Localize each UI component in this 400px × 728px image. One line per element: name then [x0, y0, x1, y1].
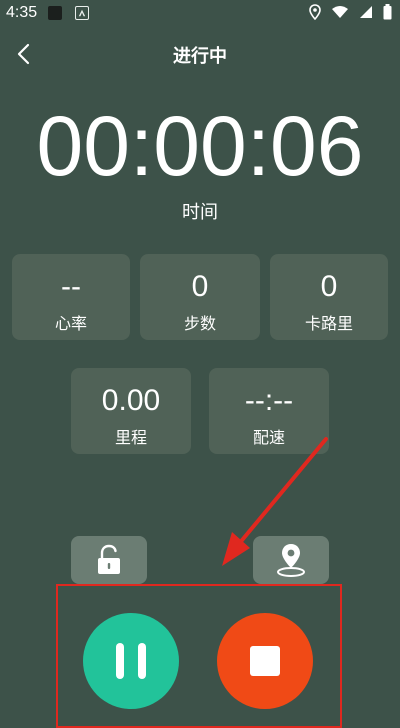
pause-button[interactable] [83, 613, 179, 709]
heart-rate-value: -- [61, 270, 81, 303]
timer-label: 时间 [182, 202, 218, 223]
location-button[interactable] [253, 536, 329, 584]
stop-icon [250, 646, 280, 676]
square-icon [48, 6, 62, 20]
status-time: 4:35 [6, 4, 38, 21]
status-bar: 4:35 [0, 0, 400, 28]
header: 进行中 [0, 34, 400, 74]
distance-value: 0.00 [101, 384, 161, 417]
steps-value: 0 [191, 270, 209, 303]
location-icon [309, 4, 321, 20]
battery-icon [383, 4, 392, 20]
timer-display: 00:00:06 [36, 99, 364, 193]
calories-card: 0 卡路里 [270, 254, 388, 340]
wifi-icon [332, 6, 348, 18]
status-right-icons [309, 4, 392, 20]
unlock-icon [98, 544, 120, 574]
pace-card: --:-- 配速 [209, 368, 329, 454]
steps-label: 步数 [183, 314, 216, 333]
distance-label: 里程 [114, 428, 147, 447]
pace-label: 配速 [252, 428, 285, 447]
stop-button[interactable] [217, 613, 313, 709]
calories-label: 卡路里 [304, 314, 353, 333]
lock-button[interactable] [71, 536, 147, 584]
pace-value: --:-- [244, 384, 294, 417]
calories-value: 0 [320, 270, 338, 303]
heart-rate-card: -- 心率 [12, 254, 130, 340]
location-pin-icon [277, 544, 305, 577]
heart-rate-label: 心率 [54, 314, 87, 333]
signal-icon [360, 6, 372, 18]
steps-card: 0 步数 [140, 254, 260, 340]
page-title: 进行中 [173, 46, 227, 67]
distance-card: 0.00 里程 [71, 368, 191, 454]
font-icon [75, 6, 89, 20]
